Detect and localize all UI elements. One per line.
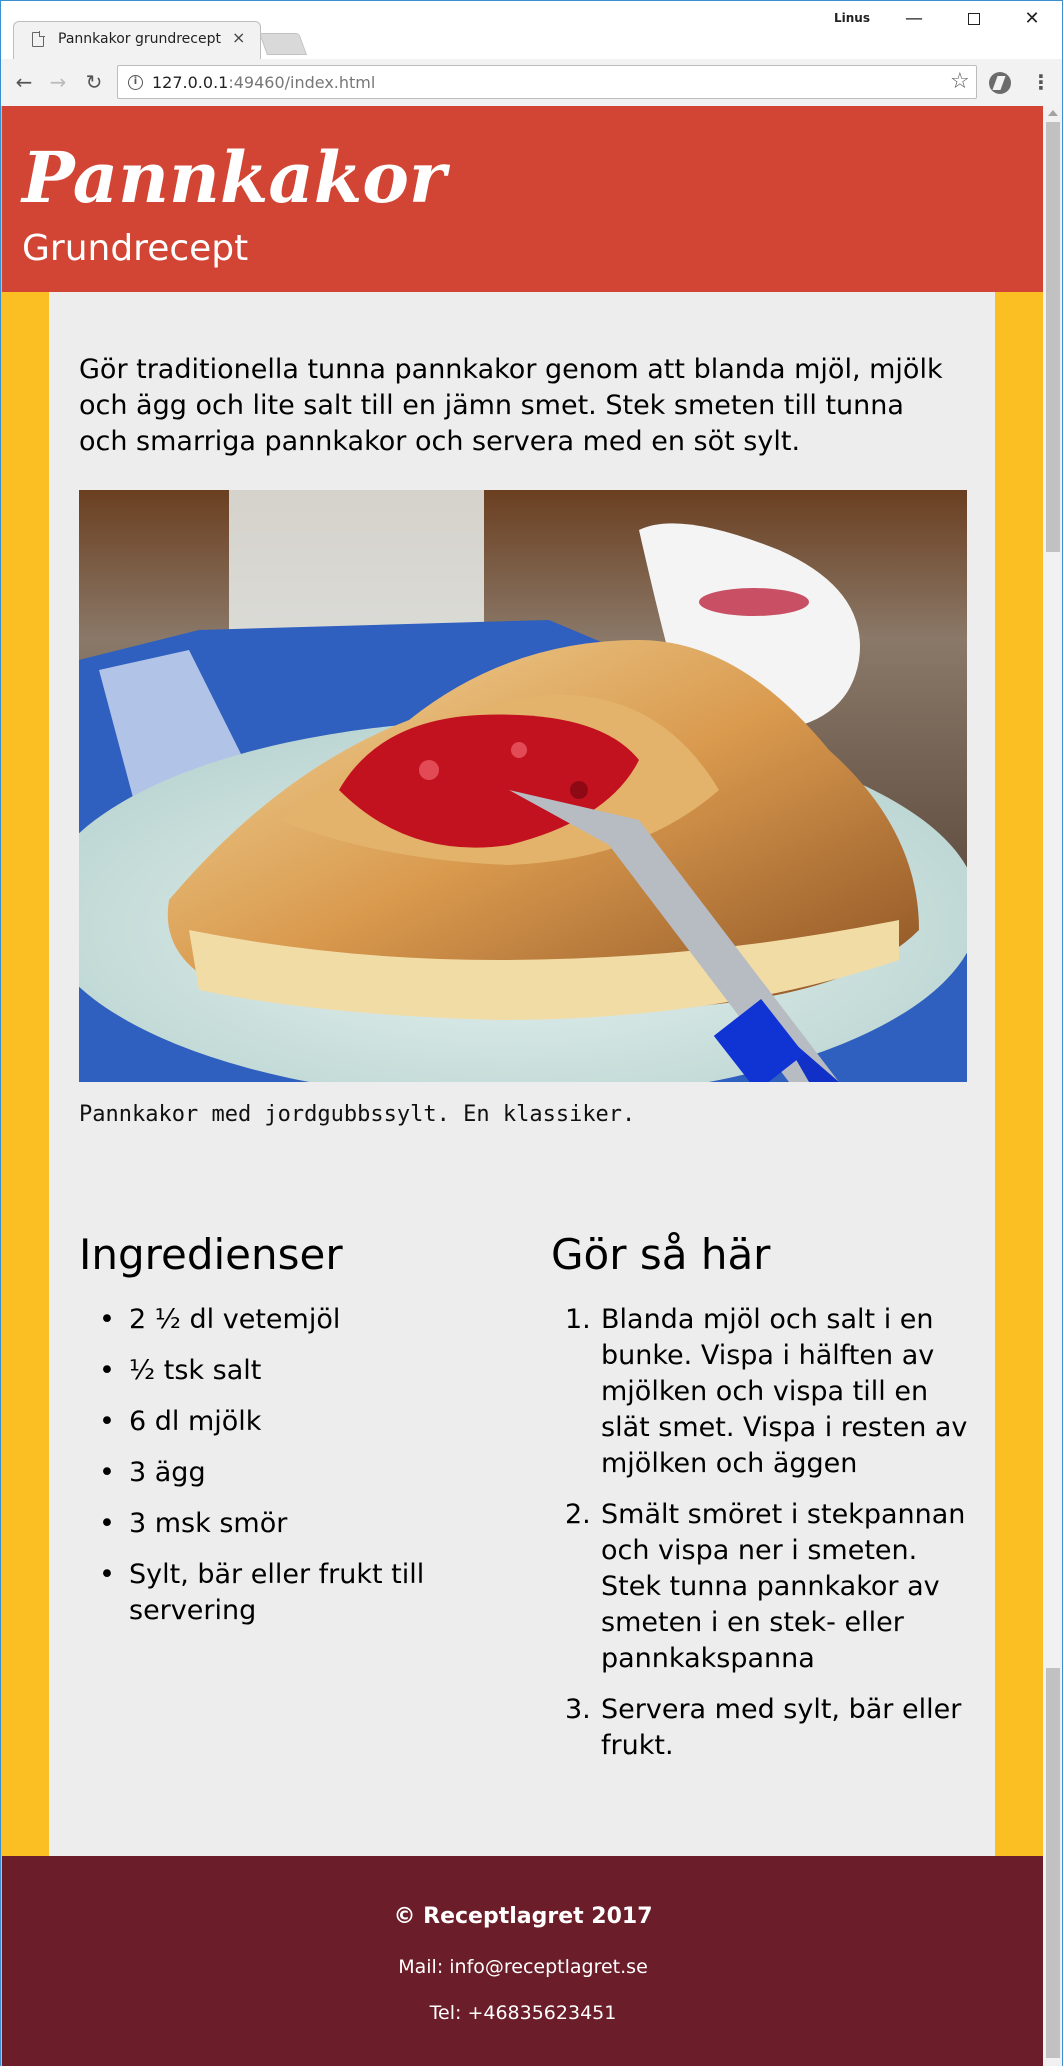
instructions-heading: Gör så här: [551, 1230, 771, 1279]
back-arrow-icon[interactable]: ←: [11, 69, 37, 95]
page-subtitle: Grundrecept: [22, 228, 249, 269]
ingredients-heading: Ingredienser: [79, 1230, 343, 1279]
step-number: 2.: [565, 1499, 591, 1530]
site-header: Pannkakor Grundrecept: [2, 106, 1043, 292]
ingredient-item: 6 dl mjölk: [79, 1404, 499, 1440]
maximize-button[interactable]: [951, 5, 997, 33]
forward-arrow-icon[interactable]: →: [45, 69, 71, 95]
intro-text: Gör traditionella tunna pannkakor genom …: [79, 354, 943, 457]
title-bar: Pannkakor grundrecept × Linus — ✕: [1, 1, 1062, 59]
tab-title: Pannkakor grundrecept: [58, 31, 221, 47]
bookmark-star-icon[interactable]: ☆: [950, 69, 970, 94]
ingredients-list: 2 ½ dl vetemjöl ½ tsk salt 6 dl mjölk 3 …: [79, 1302, 499, 1644]
recipe-content: Gör traditionella tunna pannkakor genom …: [49, 292, 995, 1856]
vertical-scrollbar[interactable]: [1043, 106, 1063, 2066]
page-viewport: Pannkakor Grundrecept Gör traditionella …: [0, 106, 1043, 2066]
profile-name[interactable]: Linus: [834, 11, 870, 25]
url-path: :49460/index.html: [228, 73, 376, 92]
footer-copyright: © Receptlagret 2017: [393, 1904, 653, 1929]
url-text[interactable]: 127.0.0.1:49460/index.html: [152, 73, 375, 92]
ingredient-item: 3 ägg: [79, 1455, 499, 1491]
instructions-list: 1. Blanda mjöl och salt i en bunke. Vispa…: [551, 1302, 971, 1779]
new-tab-button[interactable]: [258, 33, 308, 55]
ingredient-item: ½ tsk salt: [79, 1353, 499, 1389]
instruction-step: 3. Servera med sylt, bär eller frukt.: [551, 1692, 971, 1764]
page-title: Pannkakor: [22, 136, 446, 219]
ingredient-item: 3 msk smör: [79, 1506, 499, 1542]
pancake-photo-drawing: [79, 490, 967, 1082]
browser-window: Pannkakor grundrecept × Linus — ✕ ← → ↻ …: [0, 0, 1063, 107]
step-number: 3.: [565, 1694, 591, 1725]
footer-mail[interactable]: Mail: info@receptlagret.se: [2, 1956, 1043, 1978]
maximize-icon: [968, 13, 980, 25]
extension-icon[interactable]: [989, 72, 1011, 94]
step-text: Servera med sylt, bär eller frukt.: [601, 1694, 962, 1761]
url-host: 127.0.0.1: [152, 73, 229, 92]
step-text: Smält smöret i stekpannan och vispa ner …: [601, 1499, 966, 1674]
instruction-step: 1. Blanda mjöl och salt i en bunke. Vispa…: [551, 1302, 971, 1482]
step-number: 1.: [565, 1304, 591, 1335]
browser-tab[interactable]: Pannkakor grundrecept ×: [13, 21, 261, 59]
site-footer: © Receptlagret 2017 Mail: info@receptlag…: [2, 1856, 1043, 2066]
site-info-icon[interactable]: i: [128, 75, 143, 90]
address-bar[interactable]: i 127.0.0.1:49460/index.html ☆: [117, 65, 977, 99]
footer-phone[interactable]: Tel: +46835623451: [2, 2002, 1043, 2024]
tab-close-icon[interactable]: ×: [232, 28, 245, 47]
reload-icon[interactable]: ↻: [81, 69, 107, 95]
scrollbar-track-segment: [1046, 1668, 1060, 2058]
scrollbar-thumb[interactable]: [1046, 122, 1060, 552]
ingredient-item: Sylt, bär eller frukt till servering: [79, 1557, 499, 1629]
document-icon: [32, 32, 44, 47]
close-window-button[interactable]: ✕: [1009, 5, 1055, 33]
instruction-step: 2. Smält smöret i stekpannan och vispa ne…: [551, 1497, 971, 1677]
ingredient-item: 2 ½ dl vetemjöl: [79, 1302, 499, 1338]
scroll-up-arrow-icon[interactable]: [1048, 110, 1058, 116]
minimize-button[interactable]: —: [891, 5, 937, 33]
step-text: Blanda mjöl och salt i en bunke. Vispa i…: [601, 1304, 968, 1479]
browser-menu-icon[interactable]: ⋮: [1031, 71, 1051, 95]
pancake-photo: [79, 490, 967, 1082]
browser-toolbar: ← → ↻ i 127.0.0.1:49460/index.html ☆ ⋮: [1, 59, 1062, 107]
photo-caption: Pannkakor med jordgubbssylt. En klassike…: [79, 1102, 636, 1127]
